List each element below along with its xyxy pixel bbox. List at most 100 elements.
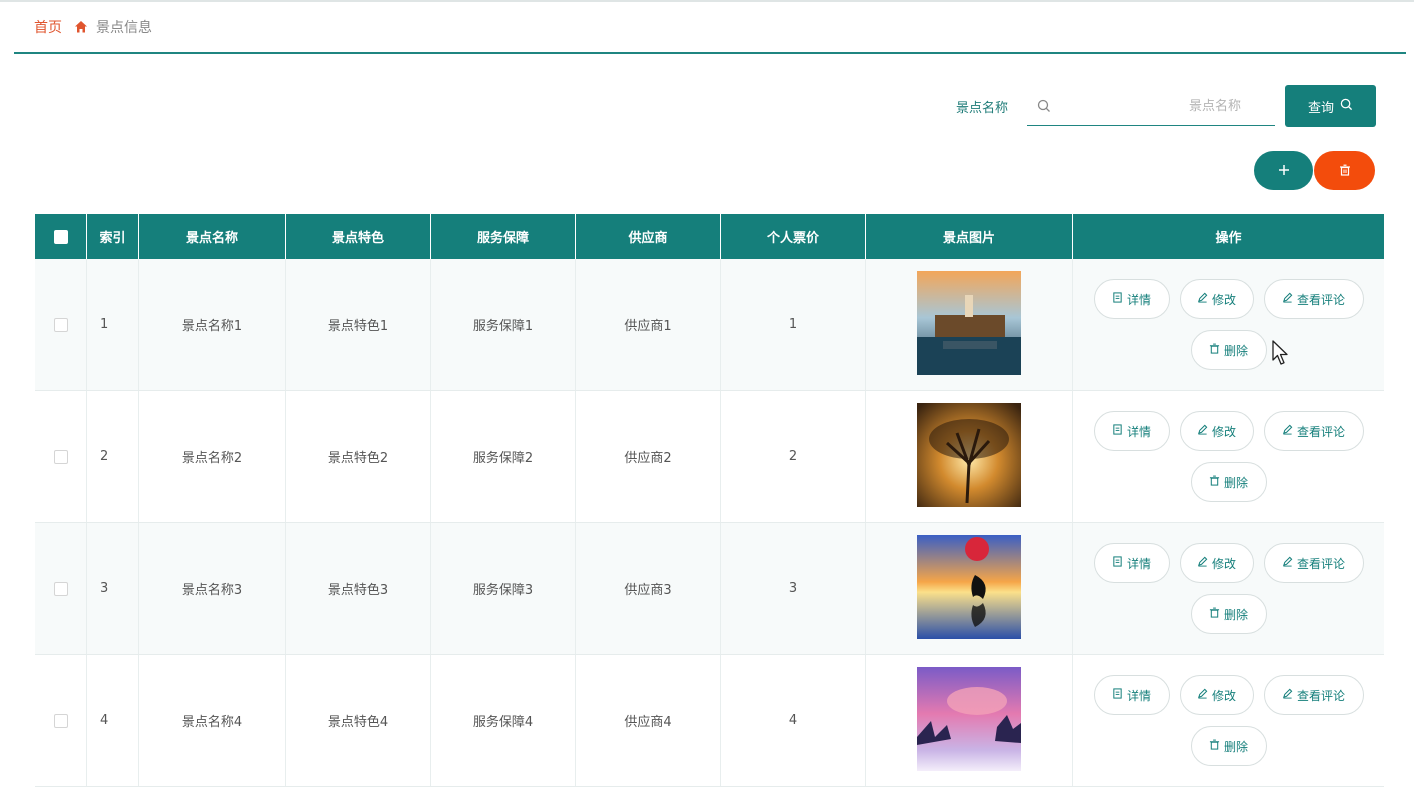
batch-delete-button[interactable] [1314, 151, 1375, 190]
cell-actions: 详情 修改 查看评论删除 [1073, 391, 1384, 522]
cell-service: 服务保障4 [431, 655, 576, 786]
query-button[interactable]: 查询 [1285, 85, 1376, 127]
header-supplier: 供应商 [576, 214, 721, 259]
pen-icon [1197, 292, 1208, 306]
detail-button[interactable]: 详情 [1094, 543, 1170, 583]
document-icon [1112, 424, 1123, 438]
home-icon [74, 20, 88, 34]
header-feature: 景点特色 [286, 214, 431, 259]
cell-service: 服务保障1 [431, 259, 576, 390]
row-checkbox[interactable] [54, 450, 68, 464]
add-button[interactable] [1254, 151, 1313, 190]
table-row: 1景点名称1景点特色1服务保障1供应商11详情修改查看评论删除 [35, 259, 1384, 391]
cell-feature: 景点特色2 [286, 391, 431, 522]
cell-supplier: 供应商2 [576, 391, 721, 522]
view-comments-button[interactable]: 查看评论 [1264, 675, 1364, 715]
delete-label: 删除 [1224, 738, 1248, 755]
cell-service: 服务保障2 [431, 391, 576, 522]
cell-actions: 详情 修改 查看评论删除 [1073, 655, 1384, 786]
detail-button[interactable]: 详情 [1094, 279, 1170, 319]
detail-label: 详情 [1127, 687, 1151, 704]
cell-index: 3 [87, 523, 139, 654]
row-checkbox[interactable] [54, 318, 68, 332]
detail-label: 详情 [1127, 555, 1151, 572]
cell-name: 景点名称2 [139, 391, 286, 522]
view-comments-label: 查看评论 [1297, 687, 1345, 704]
cell-feature: 景点特色4 [286, 655, 431, 786]
detail-button[interactable]: 详情 [1094, 675, 1170, 715]
view-comments-label: 查看评论 [1297, 291, 1345, 308]
cell-actions: 详情 修改 查看评论删除 [1073, 259, 1384, 390]
cell-image [866, 391, 1073, 522]
trash-icon [1209, 607, 1220, 621]
delete-label: 删除 [1224, 342, 1248, 359]
edit-button[interactable]: 修改 [1180, 675, 1254, 715]
header-index: 索引 [87, 214, 139, 259]
cell-price: 2 [721, 391, 866, 522]
cell-price: 4 [721, 655, 866, 786]
delete-button[interactable]: 删除 [1191, 594, 1267, 634]
scenic-thumbnail[interactable] [917, 667, 1021, 775]
cell-image [866, 259, 1073, 390]
view-comments-label: 查看评论 [1297, 423, 1345, 440]
table-body: 1景点名称1景点特色1服务保障1供应商11详情修改查看评论删除2景点名称2景点特… [35, 259, 1384, 787]
header-price: 个人票价 [721, 214, 866, 259]
document-icon [1112, 688, 1123, 702]
breadcrumb-home[interactable]: 首页 [34, 17, 62, 37]
row-checkbox[interactable] [54, 714, 68, 728]
trash-icon [1209, 739, 1220, 753]
delete-button[interactable]: 删除 [1191, 462, 1267, 502]
row-select-cell [35, 391, 87, 522]
search-icon [1037, 98, 1051, 117]
detail-label: 详情 [1127, 423, 1151, 440]
table-row: 4景点名称4景点特色4服务保障4供应商44详情修改查看评论删除 [35, 655, 1384, 787]
table-row: 3景点名称3景点特色3服务保障3供应商33详情修改查看评论删除 [35, 523, 1384, 655]
row-select-cell [35, 523, 87, 654]
trash-icon [1209, 343, 1220, 357]
row-select-cell [35, 259, 87, 390]
delete-button[interactable]: 删除 [1191, 726, 1267, 766]
search-input[interactable] [1059, 92, 1271, 120]
view-comments-label: 查看评论 [1297, 555, 1345, 572]
trash-icon [1209, 475, 1220, 489]
pen-icon [1197, 688, 1208, 702]
breadcrumb-current: 景点信息 [96, 17, 152, 37]
plus-icon [1278, 161, 1290, 180]
delete-label: 删除 [1224, 474, 1248, 491]
cell-feature: 景点特色1 [286, 259, 431, 390]
detail-label: 详情 [1127, 291, 1151, 308]
document-icon [1112, 556, 1123, 570]
cell-price: 1 [721, 259, 866, 390]
pen-icon [1282, 688, 1293, 702]
header-name: 景点名称 [139, 214, 286, 259]
header-image: 景点图片 [866, 214, 1073, 259]
edit-label: 修改 [1212, 291, 1236, 308]
query-button-label: 查询 [1308, 97, 1334, 116]
view-comments-button[interactable]: 查看评论 [1264, 411, 1364, 451]
scenic-thumbnail[interactable] [917, 271, 1021, 379]
cell-supplier: 供应商1 [576, 259, 721, 390]
detail-button[interactable]: 详情 [1094, 411, 1170, 451]
edit-button[interactable]: 修改 [1180, 279, 1254, 319]
header-select-all [35, 214, 87, 259]
scenic-thumbnail[interactable] [917, 535, 1021, 643]
edit-label: 修改 [1212, 687, 1236, 704]
cell-image [866, 523, 1073, 654]
row-checkbox[interactable] [54, 582, 68, 596]
cell-name: 景点名称1 [139, 259, 286, 390]
select-all-checkbox[interactable] [54, 230, 68, 244]
table-header: 索引 景点名称 景点特色 服务保障 供应商 个人票价 景点图片 操作 [35, 214, 1384, 259]
edit-button[interactable]: 修改 [1180, 543, 1254, 583]
document-icon [1112, 292, 1123, 306]
cell-name: 景点名称3 [139, 523, 286, 654]
edit-button[interactable]: 修改 [1180, 411, 1254, 451]
scenic-thumbnail[interactable] [917, 403, 1021, 511]
table-row: 2景点名称2景点特色2服务保障2供应商22详情修改查看评论删除 [35, 391, 1384, 523]
view-comments-button[interactable]: 查看评论 [1264, 279, 1364, 319]
search-box [1027, 86, 1275, 126]
search-label: 景点名称 [956, 97, 1008, 116]
view-comments-button[interactable]: 查看评论 [1264, 543, 1364, 583]
delete-label: 删除 [1224, 606, 1248, 623]
mouse-cursor-icon [1272, 340, 1290, 370]
delete-button[interactable]: 删除 [1191, 330, 1267, 370]
